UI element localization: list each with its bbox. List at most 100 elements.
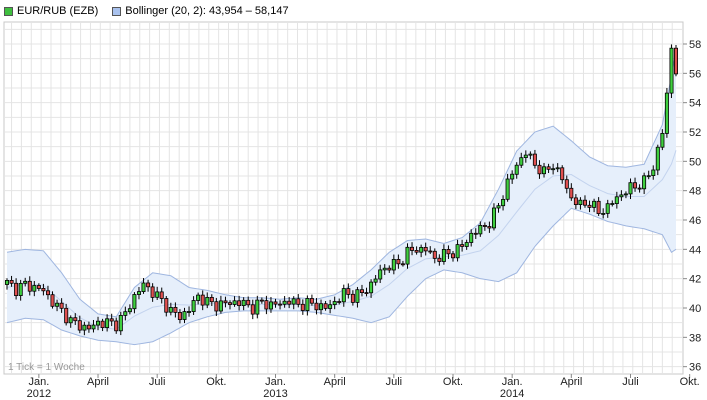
candle-up: [255, 299, 260, 315]
candle-up: [328, 304, 333, 309]
candle-up: [419, 246, 424, 253]
candle-down: [537, 164, 542, 175]
candle-up: [619, 194, 624, 198]
x-tick-label: Jan.: [502, 376, 523, 388]
candle-down: [437, 257, 442, 262]
candle-up: [505, 178, 510, 200]
candle-up: [378, 269, 383, 280]
x-year-label: 2014: [500, 388, 524, 400]
y-tick-label: 58: [689, 39, 701, 51]
candle-up: [510, 173, 515, 180]
x-tick-label: Okt.: [206, 376, 226, 388]
candle-up: [5, 279, 10, 285]
candle-down: [223, 300, 228, 304]
candle-down: [314, 302, 319, 311]
candle-up: [205, 296, 210, 306]
candle-down: [487, 226, 492, 229]
candle-down: [400, 263, 405, 266]
candle-up: [218, 300, 223, 312]
candle-up: [341, 288, 346, 303]
candle-down: [446, 248, 451, 255]
candle-down: [246, 299, 251, 306]
x-tick-label: Juli: [386, 376, 403, 388]
candle-up: [155, 291, 160, 298]
candle-up: [614, 196, 619, 205]
candle-up: [355, 289, 360, 303]
candle-up: [82, 324, 87, 331]
candle-down: [77, 320, 82, 331]
candle-down: [209, 296, 214, 303]
y-tick-label: 44: [689, 244, 701, 256]
candle-up: [519, 157, 524, 166]
candle-up: [291, 298, 296, 305]
candle-up: [405, 246, 410, 265]
candle-up: [382, 267, 387, 271]
candle-up: [528, 153, 533, 156]
candle-down: [560, 167, 565, 181]
candle-up: [623, 193, 628, 196]
y-tick-label: 36: [689, 362, 701, 374]
candle-up: [660, 132, 665, 148]
y-tick-label: 50: [689, 156, 701, 168]
candle-down: [287, 300, 292, 305]
candle-up: [469, 232, 474, 243]
candle-up: [105, 318, 110, 328]
candle-up: [642, 175, 647, 190]
candle-down: [323, 303, 328, 309]
x-tick-label: Okt.: [680, 376, 700, 388]
candle-down: [173, 306, 178, 313]
candle-up: [168, 306, 173, 313]
candle-down: [359, 289, 364, 294]
candle-up: [610, 203, 615, 205]
candle-up: [369, 281, 374, 294]
candle-down: [9, 279, 14, 284]
candle-up: [305, 298, 310, 312]
candle-up: [496, 205, 501, 209]
candle-up: [523, 154, 528, 159]
candle-up: [18, 282, 23, 296]
candle-down: [164, 298, 169, 313]
candle-down: [637, 187, 642, 190]
candle-down: [482, 224, 487, 227]
candle-up: [542, 166, 547, 175]
candle-down: [309, 298, 314, 304]
candle-up: [578, 199, 583, 205]
candle-up: [455, 244, 460, 259]
y-tick-label: 42: [689, 274, 701, 286]
candle-up: [651, 169, 656, 176]
candle-up: [491, 207, 496, 229]
candle-up: [55, 302, 60, 307]
candle-up: [605, 203, 610, 214]
candle-up: [118, 314, 123, 332]
candle-down: [583, 199, 588, 206]
candle-up: [551, 168, 556, 171]
candle-up: [664, 92, 669, 134]
candle-down: [177, 311, 182, 320]
x-tick-label: April: [560, 376, 582, 388]
candle-down: [109, 318, 114, 322]
candle-up: [592, 200, 597, 208]
candle-down: [36, 285, 41, 289]
candle-down: [633, 182, 638, 189]
candle-down: [432, 250, 437, 259]
candle-up: [628, 182, 633, 195]
candle-up: [232, 300, 237, 305]
candle-down: [364, 292, 369, 295]
candle-up: [191, 300, 196, 313]
candle-down: [259, 299, 264, 302]
y-tick-label: 52: [689, 127, 701, 139]
candle-down: [114, 320, 119, 332]
candle-down: [674, 47, 679, 75]
candle-down: [350, 293, 355, 303]
x-axis: Jan.2012April Juli Okt. Jan.2013April Juli Ok…: [27, 374, 700, 400]
candle-down: [564, 179, 569, 189]
candle-down: [428, 250, 433, 253]
x-tick-label: April: [87, 376, 109, 388]
candle-up: [182, 311, 187, 320]
candle-down: [396, 258, 401, 265]
footnote-tick-info: 1 Tick = 1 Woche: [8, 362, 85, 373]
candle-up: [68, 317, 73, 324]
candle-up: [332, 301, 337, 305]
y-tick-label: 40: [689, 303, 701, 315]
candle-down: [460, 244, 465, 247]
